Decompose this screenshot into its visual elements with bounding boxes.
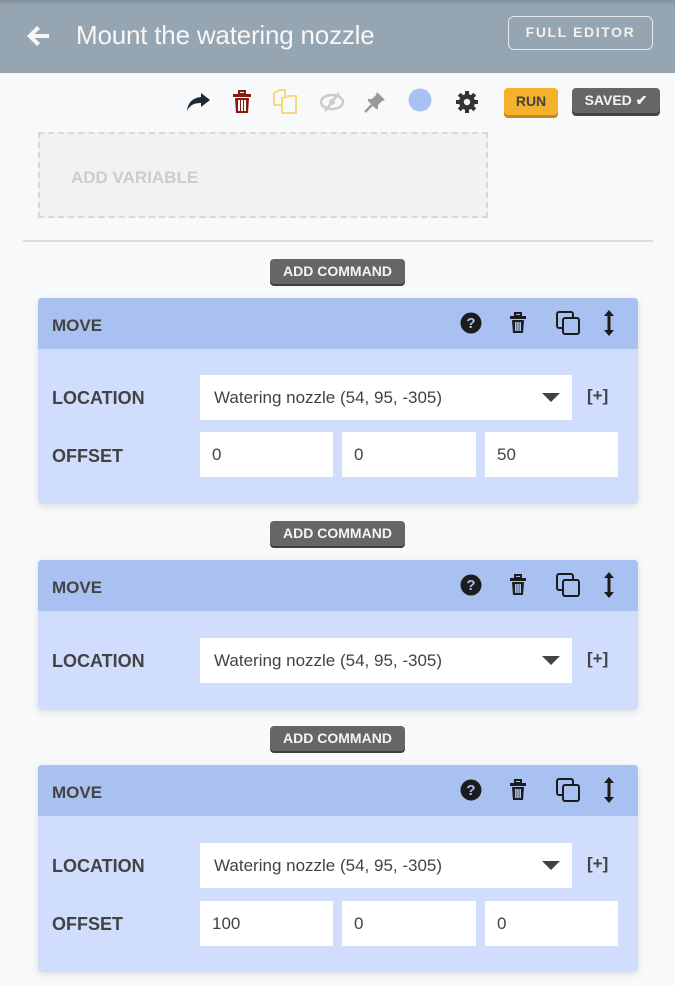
trash-icon — [233, 90, 251, 113]
trash-icon — [510, 779, 526, 800]
question-circle-icon: ? — [460, 574, 482, 596]
arrow-left-icon — [27, 26, 49, 46]
delete-sequence-button[interactable] — [228, 88, 256, 116]
svg-text:?: ? — [466, 782, 475, 799]
caret-down-icon — [542, 393, 560, 402]
step-header[interactable]: MOVE ? — [38, 298, 638, 349]
offset-x-input[interactable] — [200, 901, 333, 946]
location-label: LOCATION — [52, 388, 145, 408]
duplicate-step-button[interactable] — [555, 310, 581, 336]
copy-icon — [273, 89, 297, 114]
location-label: LOCATION — [52, 651, 145, 671]
help-button[interactable]: ? — [458, 310, 484, 336]
help-button[interactable]: ? — [458, 777, 484, 803]
add-variable-label: ADD VARIABLE — [71, 168, 199, 187]
copy-sequence-button[interactable] — [271, 88, 299, 116]
trash-icon — [510, 574, 526, 595]
color-picker[interactable] — [406, 86, 434, 114]
share-arrow-icon — [187, 93, 210, 111]
help-button[interactable]: ? — [458, 572, 484, 598]
add-variable-dropzone[interactable]: ADD VARIABLE — [38, 132, 488, 218]
gear-icon — [456, 91, 478, 113]
share-button[interactable] — [184, 88, 212, 116]
copy-icon — [556, 778, 580, 802]
step-move-2: MOVE ? LOCATION Watering nozzle (54, 95,… — [38, 560, 638, 710]
trash-icon — [510, 312, 526, 333]
copy-icon — [556, 573, 580, 597]
question-circle-icon: ? — [460, 779, 482, 801]
offset-z-input[interactable] — [485, 901, 618, 946]
add-location-variable-button[interactable]: [+] — [587, 386, 608, 406]
page-title: Mount the watering nozzle — [76, 20, 375, 50]
add-location-variable-button[interactable]: [+] — [587, 649, 608, 669]
offset-z-input[interactable] — [485, 432, 618, 477]
drag-handle[interactable] — [596, 572, 622, 598]
location-dropdown[interactable]: Watering nozzle (54, 95, -305) — [200, 638, 572, 683]
caret-down-icon — [542, 861, 560, 870]
copy-icon — [556, 311, 580, 335]
saved-status-button[interactable]: SAVED ✔ — [572, 88, 660, 113]
add-location-variable-button[interactable]: [+] — [587, 854, 608, 874]
step-move-1: MOVE ? LOCATION Watering nozzle (54, 95,… — [38, 298, 638, 504]
pin-button[interactable] — [361, 88, 389, 116]
question-circle-icon: ? — [460, 312, 482, 334]
duplicate-step-button[interactable] — [555, 572, 581, 598]
step-title: MOVE — [52, 578, 103, 597]
add-command-button[interactable]: ADD COMMAND — [270, 521, 405, 546]
arrows-vertical-icon — [604, 777, 614, 803]
step-header[interactable]: MOVE ? — [38, 765, 638, 816]
visibility-toggle[interactable] — [318, 88, 346, 116]
svg-text:?: ? — [466, 577, 475, 594]
title-bar: Mount the watering nozzle FULL EDITOR — [0, 0, 675, 73]
settings-button[interactable] — [453, 88, 481, 116]
step-title: MOVE — [52, 783, 103, 802]
step-header[interactable]: MOVE ? — [38, 560, 638, 611]
step-title: MOVE — [52, 316, 103, 335]
eye-slash-icon — [319, 92, 345, 112]
run-button[interactable]: RUN — [504, 88, 558, 115]
offset-label: OFFSET — [52, 914, 123, 934]
location-value: Watering nozzle (54, 95, -305) — [214, 388, 443, 407]
drag-handle[interactable] — [596, 310, 622, 336]
duplicate-step-button[interactable] — [555, 777, 581, 803]
location-value: Watering nozzle (54, 95, -305) — [214, 856, 443, 875]
location-dropdown[interactable]: Watering nozzle (54, 95, -305) — [200, 375, 572, 420]
arrows-vertical-icon — [604, 572, 614, 598]
delete-step-button[interactable] — [505, 777, 531, 803]
step-move-3: MOVE ? LOCATION Watering nozzle (54, 95,… — [38, 765, 638, 972]
full-editor-button[interactable]: FULL EDITOR — [508, 16, 653, 50]
svg-text:?: ? — [466, 315, 475, 332]
back-button[interactable] — [24, 22, 52, 50]
add-command-button[interactable]: ADD COMMAND — [270, 259, 405, 284]
offset-x-input[interactable] — [200, 432, 333, 477]
delete-step-button[interactable] — [505, 572, 531, 598]
location-value: Watering nozzle (54, 95, -305) — [214, 651, 443, 670]
drag-handle[interactable] — [596, 777, 622, 803]
offset-label: OFFSET — [52, 446, 123, 466]
divider — [23, 240, 653, 242]
location-dropdown[interactable]: Watering nozzle (54, 95, -305) — [200, 843, 572, 888]
pin-icon — [364, 92, 385, 113]
offset-y-input[interactable] — [342, 901, 476, 946]
location-label: LOCATION — [52, 856, 145, 876]
add-command-button[interactable]: ADD COMMAND — [270, 726, 405, 751]
delete-step-button[interactable] — [505, 310, 531, 336]
arrows-vertical-icon — [604, 310, 614, 336]
offset-y-input[interactable] — [342, 432, 476, 477]
caret-down-icon — [542, 656, 560, 665]
color-dot-icon — [408, 88, 432, 112]
